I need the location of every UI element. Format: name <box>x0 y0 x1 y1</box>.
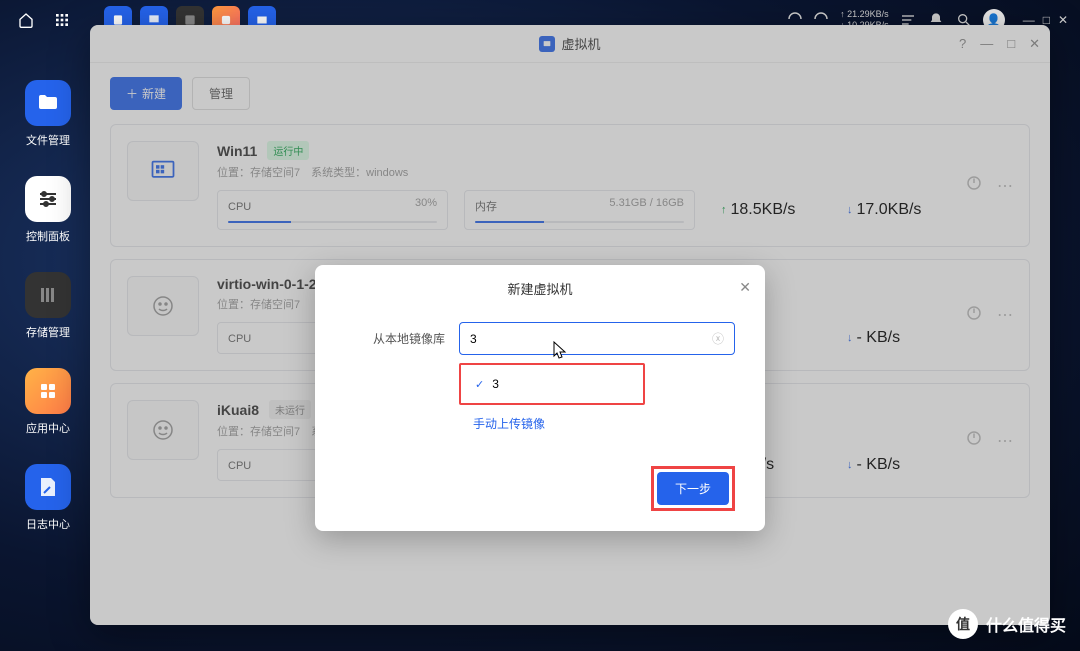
dropdown-option[interactable]: ✓ 3 <box>461 369 643 399</box>
sidebar-item-apps[interactable]: 应用中心 <box>25 368 71 436</box>
modal-title: 新建虚拟机 <box>507 282 572 297</box>
sidebar-label: 存储管理 <box>26 324 70 340</box>
sidebar-label: 文件管理 <box>26 132 70 148</box>
clear-input-icon[interactable]: ⓧ <box>712 330 724 347</box>
desktop-sidebar: 文件管理 控制面板 存储管理 应用中心 日志中心 <box>25 80 71 532</box>
next-button[interactable]: 下一步 <box>657 472 729 505</box>
sidebar-item-storage[interactable]: 存储管理 <box>25 272 71 340</box>
image-input-field[interactable] <box>470 332 712 346</box>
sidebar-label: 日志中心 <box>26 516 70 532</box>
brand-badge: 值 <box>948 609 978 639</box>
brand-watermark: 值 什么值得买 <box>948 609 1066 639</box>
close-icon[interactable]: ✕ <box>1058 13 1068 27</box>
new-vm-modal: 新建虚拟机 ✕ 从本地镜像库 ⓧ ✓ 3 手动上传镜像 下一步 <box>315 265 765 531</box>
sidebar-item-files[interactable]: 文件管理 <box>25 80 71 148</box>
check-icon: ✓ <box>475 378 484 391</box>
apps-grid-icon[interactable] <box>48 6 76 34</box>
upload-image-link[interactable]: 手动上传镜像 <box>459 405 735 442</box>
brand-text: 什么值得买 <box>986 612 1066 636</box>
image-dropdown: ✓ 3 <box>459 363 645 405</box>
sidebar-label: 应用中心 <box>26 420 70 436</box>
sidebar-item-logs[interactable]: 日志中心 <box>25 464 71 532</box>
image-source-label: 从本地镜像库 <box>345 330 445 347</box>
image-select-input[interactable]: ⓧ <box>459 322 735 355</box>
next-button-highlight: 下一步 <box>651 466 735 511</box>
sidebar-item-control[interactable]: 控制面板 <box>25 176 71 244</box>
sidebar-label: 控制面板 <box>26 228 70 244</box>
modal-close-icon[interactable]: ✕ <box>739 279 751 296</box>
home-icon[interactable] <box>12 6 40 34</box>
